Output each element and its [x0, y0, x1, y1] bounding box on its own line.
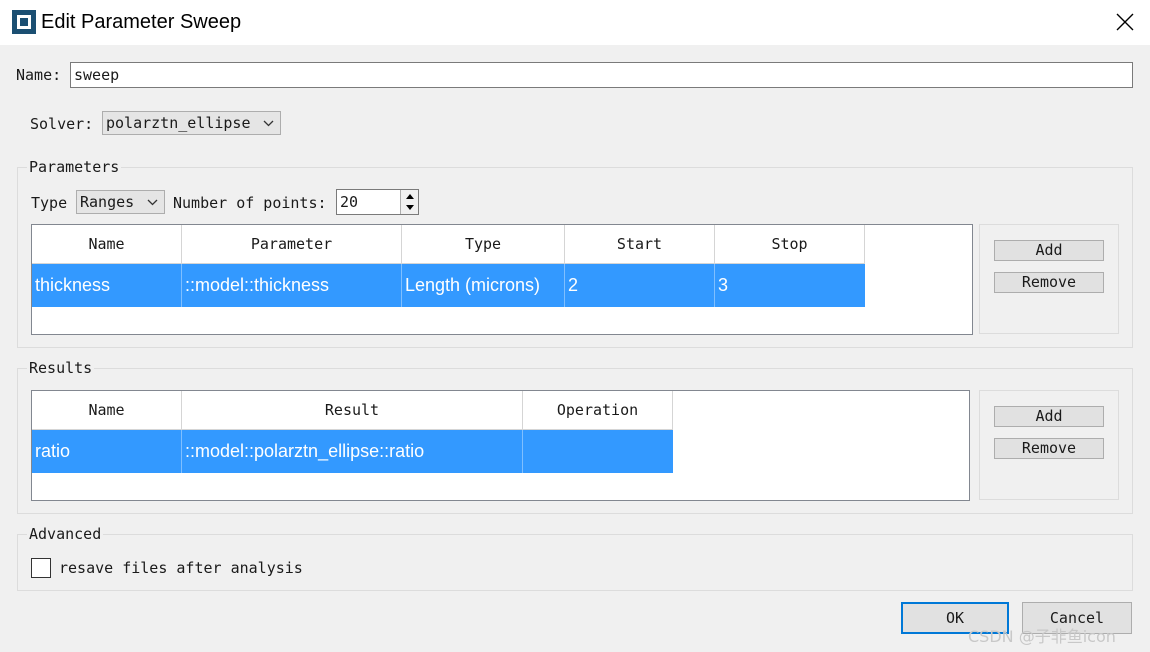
column-header-stop[interactable]: Stop: [715, 225, 865, 264]
cell-start[interactable]: 2: [565, 264, 715, 307]
cell-parameter[interactable]: ::model::thickness: [182, 264, 402, 307]
points-value: 20: [340, 193, 359, 211]
title-bar: Edit Parameter Sweep: [0, 0, 1150, 45]
points-stepper[interactable]: [400, 190, 418, 214]
spin-down-icon[interactable]: [401, 202, 419, 214]
spin-up-icon[interactable]: [401, 190, 419, 202]
table-row[interactable]: ratio ::model::polarztn_ellipse::ratio: [32, 430, 673, 473]
type-select-value: Ranges: [80, 193, 135, 211]
close-icon: [1116, 13, 1134, 31]
cell-stop[interactable]: 3: [715, 264, 865, 307]
type-select[interactable]: Ranges: [76, 190, 165, 214]
cell-operation[interactable]: [523, 430, 673, 473]
name-input[interactable]: sweep: [70, 62, 1133, 88]
column-header-parameter[interactable]: Parameter: [182, 225, 402, 264]
results-group-title: Results: [27, 359, 95, 377]
close-button[interactable]: [1106, 4, 1144, 40]
column-header-operation[interactable]: Operation: [523, 391, 673, 430]
cell-name[interactable]: thickness: [32, 264, 182, 307]
name-label: Name:: [16, 66, 62, 84]
column-header-result[interactable]: Result: [182, 391, 523, 430]
resave-checkbox-label[interactable]: resave files after analysis: [59, 559, 303, 577]
points-label: Number of points:: [173, 194, 327, 212]
column-header-start[interactable]: Start: [565, 225, 715, 264]
remove-parameter-button[interactable]: Remove: [994, 272, 1104, 293]
parameters-table[interactable]: Name Parameter Type Start Stop thickness…: [31, 224, 973, 335]
remove-result-button[interactable]: Remove: [994, 438, 1104, 459]
parameters-button-panel: Add Remove: [979, 224, 1119, 334]
chevron-down-icon: [263, 120, 274, 127]
column-header-name[interactable]: Name: [32, 225, 182, 264]
resave-checkbox[interactable]: [31, 558, 51, 578]
add-parameter-button[interactable]: Add: [994, 240, 1104, 261]
solver-select[interactable]: polarztn_ellipse: [102, 111, 281, 135]
advanced-group-title: Advanced: [27, 525, 104, 543]
points-spinbox[interactable]: 20: [336, 189, 419, 215]
type-label: Type: [31, 194, 68, 212]
results-button-panel: Add Remove: [979, 390, 1119, 500]
solver-label: Solver:: [30, 115, 94, 133]
watermark: CSDN @子非鱼icon: [968, 627, 1116, 646]
column-header-type[interactable]: Type: [402, 225, 565, 264]
cell-name[interactable]: ratio: [32, 430, 182, 473]
window-title: Edit Parameter Sweep: [41, 11, 242, 33]
parameters-group-title: Parameters: [27, 158, 122, 176]
add-result-button[interactable]: Add: [994, 406, 1104, 427]
app-icon: [12, 10, 36, 34]
chevron-down-icon: [147, 199, 158, 206]
results-table[interactable]: Name Result Operation ratio ::model::pol…: [31, 390, 970, 501]
cell-type[interactable]: Length (microns): [402, 264, 565, 307]
solver-select-value: polarztn_ellipse: [106, 114, 251, 132]
cell-result[interactable]: ::model::polarztn_ellipse::ratio: [182, 430, 523, 473]
table-row[interactable]: thickness ::model::thickness Length (mic…: [32, 264, 865, 307]
column-header-name[interactable]: Name: [32, 391, 182, 430]
